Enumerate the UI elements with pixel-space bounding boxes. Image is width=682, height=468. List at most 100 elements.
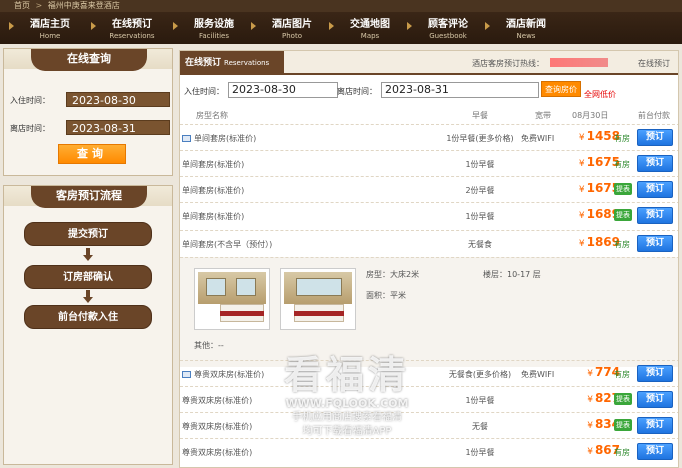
price: ¥1689 (572, 207, 620, 221)
hotline-redacted (550, 58, 608, 67)
book-button[interactable]: 预订 (637, 391, 673, 408)
hotline-label: 酒店客房预订热线： (472, 59, 544, 68)
meal-text: 2份早餐 (465, 186, 495, 195)
price: ¥1675 (572, 155, 620, 169)
nav-label-en: Facilities (199, 32, 229, 40)
book-button[interactable]: 预订 (637, 365, 673, 382)
booking-flow-title: 客房预订流程 (31, 186, 147, 208)
nav-item-home[interactable]: 酒店主页 Home (9, 12, 78, 44)
wifi-text: 免费WIFI (521, 370, 555, 379)
nav-arrow-icon (329, 22, 334, 30)
main-checkin-input[interactable]: 2023-08-30 (228, 82, 338, 98)
main-checkout-label: 离店时间： (337, 87, 377, 96)
checkout-row: 离店时间： 2023-08-31 (10, 120, 170, 136)
book-button[interactable]: 预订 (637, 129, 673, 146)
other-value: -- (218, 341, 224, 350)
main-nav: 酒店主页 Home 在线预订 Reservations 服务设施 Facilit… (0, 12, 682, 44)
availability: 有房 (614, 448, 630, 457)
room-name[interactable]: 单间套房(标准价) (182, 159, 244, 170)
meal-text: 1份早餐 (465, 448, 495, 457)
book-button[interactable]: 预订 (637, 207, 673, 224)
booking-flow-panel: 客房预订流程 提交预订 订房部确认 前台付款入住 (3, 185, 173, 465)
nav-item-guestbook[interactable]: 顾客评论 Guestbook (407, 12, 476, 44)
room-name[interactable]: 尊贵双床房(标准价) (182, 421, 252, 432)
availability: 有房 (614, 160, 630, 169)
reservation-main: 在线预订 Reservations 酒店客房预订热线： 在线预订 入住时间： 20… (179, 50, 679, 468)
reservation-tab-en: Reservations (224, 59, 270, 67)
nav-label-en: Guestbook (429, 32, 467, 40)
room-photo[interactable] (194, 268, 270, 330)
nav-arrow-icon (173, 22, 178, 30)
nav-label-en: News (516, 32, 536, 40)
search-panel-title: 在线查询 (31, 49, 147, 71)
room-type-label: 房型： (366, 270, 390, 279)
nav-item-photo[interactable]: 酒店图片 Photo (251, 12, 320, 44)
book-button[interactable]: 预订 (637, 155, 673, 172)
availability-badge: 提表 (614, 393, 632, 405)
room-name[interactable]: 单间套房(标准价) (182, 185, 244, 196)
nav-item-maps[interactable]: 交通地图 Maps (329, 12, 398, 44)
area-label: 面积： (366, 291, 390, 300)
other-label: 其他： (194, 341, 218, 350)
meal-text[interactable]: 无餐食(更多价格) (440, 369, 520, 380)
meal-text: 无餐食 (468, 240, 492, 249)
nav-label-zh: 服务设施 (194, 19, 234, 30)
room-name[interactable]: 尊贵双床房(标准价) (182, 369, 264, 380)
room-photo-image (198, 272, 266, 326)
currency-symbol: ¥ (587, 447, 593, 457)
flow-step-submit: 提交预订 (24, 222, 152, 246)
price: ¥1675 (572, 181, 620, 195)
meal-text[interactable]: 1份早餐(更多价格) (440, 133, 520, 144)
room-photo[interactable] (280, 268, 356, 330)
picture-icon (182, 135, 191, 142)
nav-arrow-icon (407, 22, 412, 30)
main-checkout-input[interactable]: 2023-08-31 (381, 82, 539, 98)
breadcrumb-current[interactable]: 福州中庚喜来登酒店 (48, 1, 120, 10)
table-row: 尊贵双床房(标准价) 无餐食(更多价格) 免费WIFI ¥774 有房 预订 (180, 360, 678, 386)
nav-item-news[interactable]: 酒店新闻 News (485, 12, 554, 44)
all-price-link[interactable]: 全网低价 (584, 89, 616, 100)
nav-arrow-icon (91, 22, 96, 30)
breadcrumb-home[interactable]: 首页 (14, 1, 30, 10)
col-date: 08月30日 (572, 111, 609, 120)
wifi-text: 免费WIFI (521, 134, 555, 143)
meal-text: 1份早餐 (465, 396, 495, 405)
table-row: 尊贵双床房(标准价) 1份早餐 ¥867 有房 预订 (180, 438, 678, 464)
area-value: 平米 (390, 291, 406, 300)
nav-label-zh: 酒店新闻 (506, 19, 546, 30)
price: ¥1458 (572, 129, 620, 143)
query-button[interactable]: 查询 (58, 144, 126, 164)
room-name-text: 尊贵双床房(标准价) (194, 370, 265, 379)
table-row: 单间套房(标准价) 1份早餐 ¥1675 有房 预订 (180, 150, 678, 176)
picture-icon (182, 371, 191, 378)
meal-text: 1份早餐 (465, 160, 495, 169)
currency-symbol: ¥ (578, 133, 585, 143)
book-button[interactable]: 预订 (637, 417, 673, 434)
room-name[interactable]: 单间套房(标准价) (182, 133, 256, 144)
nav-item-reservations[interactable]: 在线预订 Reservations (91, 12, 160, 44)
table-row: 尊贵双床房(标准价) 1份早餐 ¥827 提表 预订 (180, 386, 678, 412)
query-room-button[interactable]: 查询房价 (541, 81, 581, 97)
checkout-date-input[interactable]: 2023-08-31 (66, 120, 170, 135)
room-name[interactable]: 尊贵双床房(标准价) (182, 395, 252, 406)
room-name[interactable]: 单间套房(标准价) (182, 211, 244, 222)
flow-arrow-icon (83, 248, 93, 262)
book-button[interactable]: 预订 (637, 235, 673, 252)
book-button[interactable]: 预订 (637, 181, 673, 198)
nav-label-zh: 在线预订 (112, 19, 152, 30)
nav-label-zh: 酒店主页 (30, 19, 70, 30)
book-button[interactable]: 预订 (637, 443, 673, 460)
table-row: 单间套房(标准价) 1份早餐 ¥1689 提表 预订 (180, 202, 678, 228)
availability-badge: 提表 (614, 183, 632, 195)
nav-item-facilities[interactable]: 服务设施 Facilities (173, 12, 242, 44)
room-name[interactable]: 单间套房(不含早（预付）) (182, 239, 272, 250)
search-panel-header: 在线查询 (4, 49, 172, 71)
price: ¥1869 (572, 235, 620, 249)
checkin-row: 入住时间： 2023-08-30 (10, 92, 170, 108)
checkin-date-input[interactable]: 2023-08-30 (66, 92, 170, 107)
room-name[interactable]: 尊贵双床房(标准价) (182, 447, 252, 458)
nav-arrow-icon (251, 22, 256, 30)
room-photo-image (284, 272, 352, 326)
table-row: 单间套房(标准价) 1份早餐(更多价格) 免费WIFI ¥1458 有房 预订 (180, 124, 678, 150)
room-type-info: 房型：大床2米 (366, 269, 419, 280)
